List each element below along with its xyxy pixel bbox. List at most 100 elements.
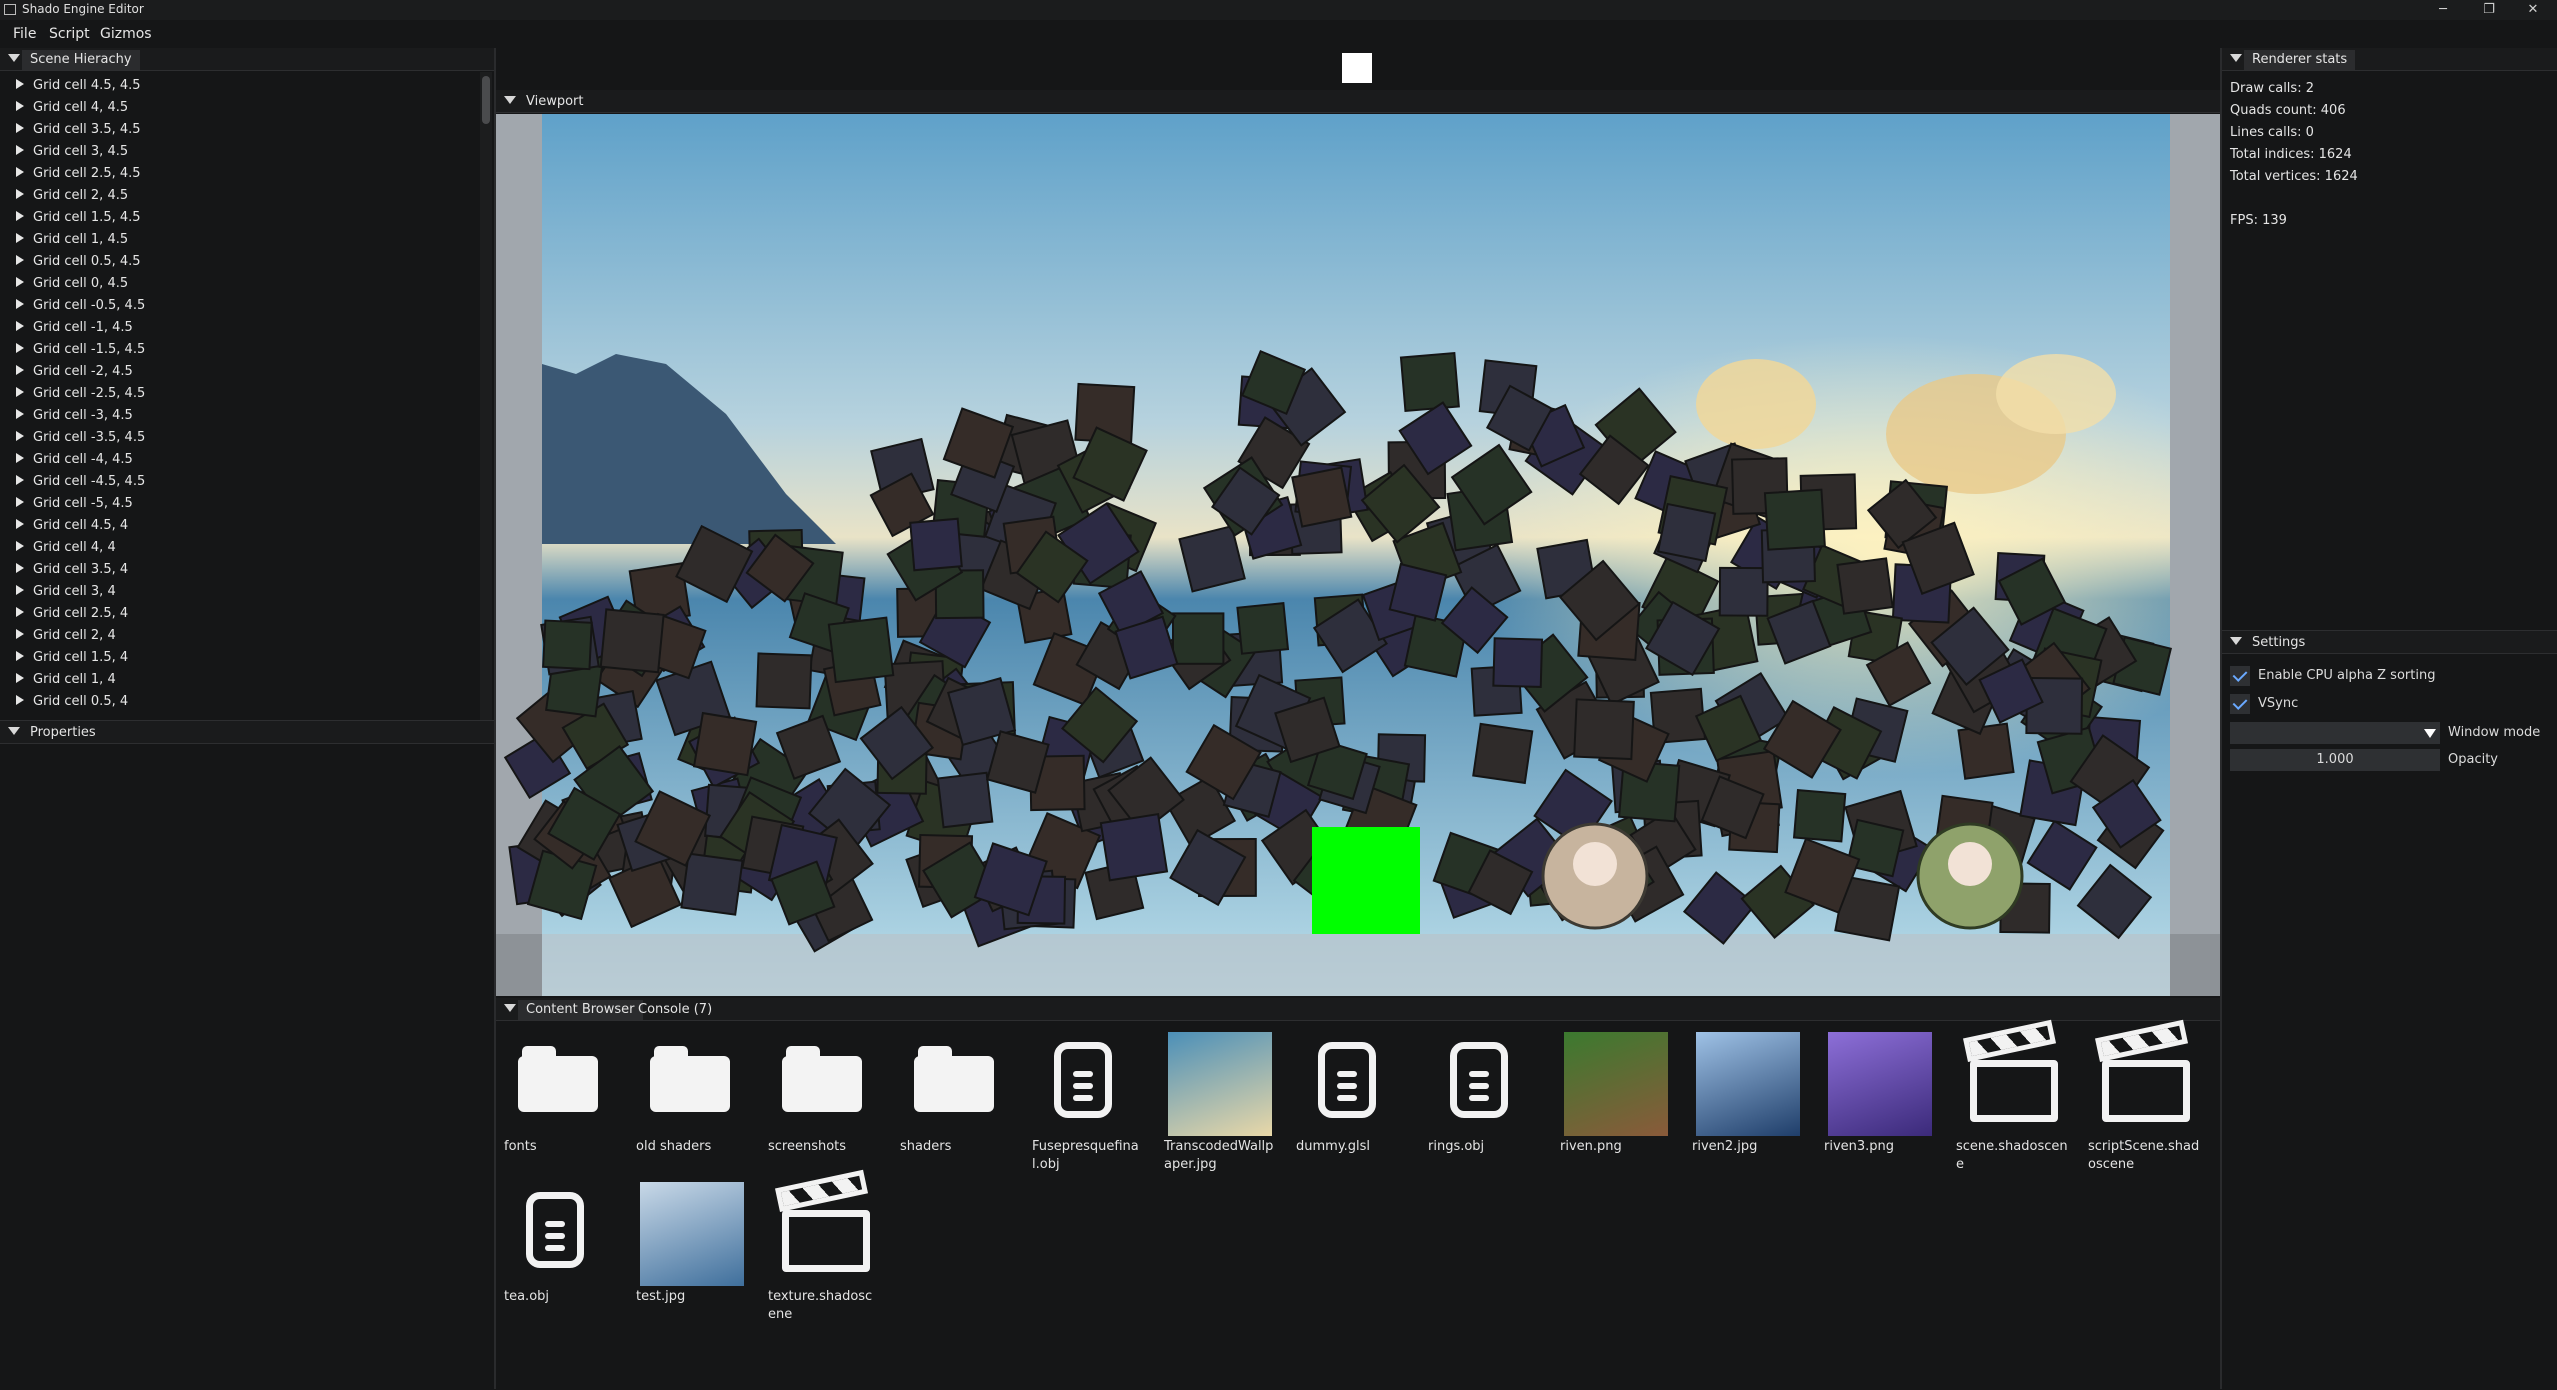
expand-arrow-icon[interactable] — [16, 607, 24, 617]
tree-item[interactable]: Grid cell -4.5, 4.5 — [16, 472, 145, 492]
tree-item[interactable]: Grid cell -2, 4.5 — [16, 362, 133, 382]
expand-arrow-icon[interactable] — [16, 255, 24, 265]
content-item-label: fonts — [504, 1139, 537, 1154]
expand-arrow-icon[interactable] — [16, 299, 24, 309]
tab-scene-hierarchy[interactable]: Scene Hierachy — [22, 50, 140, 70]
tree-item[interactable]: Grid cell 4, 4.5 — [16, 98, 128, 118]
collapse-caret-icon[interactable] — [2230, 637, 2242, 645]
collapse-caret-icon[interactable] — [8, 727, 20, 735]
tab-viewport[interactable]: Viewport — [518, 92, 592, 112]
expand-arrow-icon[interactable] — [16, 409, 24, 419]
scrollbar-thumb[interactable] — [482, 76, 490, 124]
tab-settings[interactable]: Settings — [2244, 633, 2313, 653]
expand-arrow-icon[interactable] — [16, 167, 24, 177]
expand-arrow-icon[interactable] — [16, 101, 24, 111]
expand-arrow-icon[interactable] — [16, 277, 24, 287]
collapse-caret-icon[interactable] — [2230, 54, 2242, 62]
menu-script[interactable]: Script — [49, 26, 90, 42]
expand-arrow-icon[interactable] — [16, 431, 24, 441]
tree-item[interactable]: Grid cell -3, 4.5 — [16, 406, 133, 426]
expand-arrow-icon[interactable] — [16, 365, 24, 375]
viewport-canvas[interactable] — [496, 114, 2220, 996]
menu-file[interactable]: File — [13, 26, 36, 42]
tab-properties[interactable]: Properties — [22, 723, 104, 743]
menu-gizmos[interactable]: Gizmos — [100, 26, 152, 42]
expand-arrow-icon[interactable] — [16, 321, 24, 331]
expand-arrow-icon[interactable] — [16, 123, 24, 133]
tree-item[interactable]: Grid cell -0.5, 4.5 — [16, 296, 145, 316]
content-item-label: riven2.jpg — [1692, 1139, 1758, 1154]
expand-arrow-icon[interactable] — [16, 519, 24, 529]
tree-item[interactable]: Grid cell 3.5, 4 — [16, 560, 128, 580]
collapse-caret-icon[interactable] — [8, 54, 20, 62]
sprite-quad — [1492, 637, 1544, 688]
tree-item[interactable]: Grid cell 0.5, 4 — [16, 692, 128, 712]
collapse-caret-icon[interactable] — [504, 96, 516, 104]
tree-item[interactable]: Grid cell -4, 4.5 — [16, 450, 133, 470]
expand-arrow-icon[interactable] — [16, 211, 24, 221]
window-mode-select[interactable] — [2230, 722, 2440, 744]
tree-item[interactable]: Grid cell -3.5, 4.5 — [16, 428, 145, 448]
alpha-sorting-checkbox[interactable] — [2230, 666, 2250, 686]
scene-tree: Grid cell 4.5, 4.5 Grid cell 4, 4.5 Grid c… — [0, 76, 480, 716]
tree-item[interactable]: Grid cell 4, 4 — [16, 538, 116, 558]
sprite-quad — [1172, 612, 1225, 665]
sprite-quad — [1763, 488, 1826, 551]
tree-item[interactable]: Grid cell 0, 4.5 — [16, 274, 128, 294]
tree-item[interactable]: Grid cell 2.5, 4 — [16, 604, 128, 624]
restore-button[interactable]: ❐ — [2466, 0, 2512, 20]
chevron-down-icon — [2424, 729, 2436, 738]
content-item-label: screenshots — [768, 1139, 847, 1154]
tree-item[interactable]: Grid cell 3, 4.5 — [16, 142, 128, 162]
expand-arrow-icon[interactable] — [16, 541, 24, 551]
tree-item[interactable]: Grid cell -1, 4.5 — [16, 318, 133, 338]
expand-arrow-icon[interactable] — [16, 387, 24, 397]
image-thumbnail — [1564, 1032, 1668, 1136]
expand-arrow-icon[interactable] — [16, 629, 24, 639]
tree-item[interactable]: Grid cell 2, 4.5 — [16, 186, 128, 206]
tree-item[interactable]: Grid cell 1.5, 4 — [16, 648, 128, 668]
tree-item[interactable]: Grid cell 1.5, 4.5 — [16, 208, 141, 228]
collapse-caret-icon[interactable] — [504, 1004, 516, 1012]
tree-item-label: Grid cell -4, 4.5 — [33, 452, 133, 467]
expand-arrow-icon[interactable] — [16, 145, 24, 155]
tree-item[interactable]: Grid cell 0.5, 4.5 — [16, 252, 141, 272]
tree-item[interactable]: Grid cell 1, 4 — [16, 670, 116, 690]
expand-arrow-icon[interactable] — [16, 475, 24, 485]
expand-arrow-icon[interactable] — [16, 497, 24, 507]
tree-item[interactable]: Grid cell 3.5, 4.5 — [16, 120, 141, 140]
tab-content-browser[interactable]: Content Browser — [518, 1000, 643, 1020]
expand-arrow-icon[interactable] — [16, 79, 24, 89]
close-button[interactable]: ✕ — [2510, 0, 2556, 20]
file-icon — [1432, 1032, 1536, 1136]
tree-item[interactable]: Grid cell 3, 4 — [16, 582, 116, 602]
tree-item[interactable]: Grid cell 1, 4.5 — [16, 230, 128, 250]
expand-arrow-icon[interactable] — [16, 695, 24, 705]
expand-arrow-icon[interactable] — [16, 651, 24, 661]
tree-item[interactable]: Grid cell 4.5, 4.5 — [16, 76, 141, 96]
scrollbar-track[interactable] — [480, 72, 492, 720]
vsync-checkbox[interactable] — [2230, 694, 2250, 714]
tree-item[interactable]: Grid cell 2, 4 — [16, 626, 116, 646]
content-item-label: riven3.png — [1824, 1139, 1895, 1154]
tree-item[interactable]: Grid cell -1.5, 4.5 — [16, 340, 145, 360]
tree-item[interactable]: Grid cell -2.5, 4.5 — [16, 384, 145, 404]
tree-item[interactable]: Grid cell -5, 4.5 — [16, 494, 133, 514]
tree-item-label: Grid cell 3.5, 4 — [33, 562, 129, 577]
clapperboard-icon — [1960, 1019, 2064, 1136]
tab-renderer-stats[interactable]: Renderer stats — [2244, 50, 2356, 70]
tree-item[interactable]: Grid cell 2.5, 4.5 — [16, 164, 141, 184]
expand-arrow-icon[interactable] — [16, 563, 24, 573]
play-stop-button[interactable] — [1342, 53, 1372, 83]
expand-arrow-icon[interactable] — [16, 453, 24, 463]
expand-arrow-icon[interactable] — [16, 233, 24, 243]
expand-arrow-icon[interactable] — [16, 673, 24, 683]
opacity-input[interactable]: 1.000 — [2230, 749, 2440, 771]
expand-arrow-icon[interactable] — [16, 343, 24, 353]
expand-arrow-icon[interactable] — [16, 189, 24, 199]
minimize-button[interactable]: ─ — [2420, 0, 2466, 20]
tab-console[interactable]: Console (7) — [630, 1000, 720, 1020]
expand-arrow-icon[interactable] — [16, 585, 24, 595]
settings-header: Settings — [2222, 631, 2557, 654]
tree-item[interactable]: Grid cell 4.5, 4 — [16, 516, 128, 536]
